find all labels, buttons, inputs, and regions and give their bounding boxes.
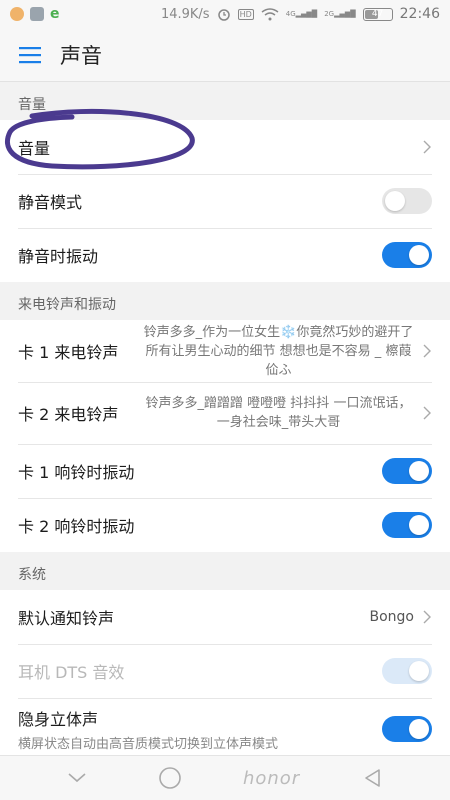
notify-ringtone-label: 默认通知铃声 <box>18 609 115 628</box>
battery-level: 47 <box>371 9 384 19</box>
status-bar: e 14.9K/s HD 4G▂▄▆█ 2G▂▄▆█ 47 22:46 <box>0 0 450 28</box>
menu-button[interactable] <box>0 28 60 82</box>
hd-icon: HD <box>237 8 254 20</box>
browser-notification-icon: e <box>50 6 60 22</box>
section-header-volume: 音量 <box>0 82 450 120</box>
card1-vibrate-toggle[interactable] <box>382 458 432 484</box>
notification-icons: e <box>10 7 64 21</box>
signal-sim2-icon: 2G▂▄▆█ <box>324 10 356 18</box>
silent-vibrate-label: 静音时振动 <box>18 247 99 266</box>
nav-home-button[interactable] <box>150 758 190 798</box>
back-triangle-icon <box>365 769 381 787</box>
volume-label: 音量 <box>18 139 51 158</box>
stereo-toggle[interactable] <box>382 716 432 742</box>
volume-row[interactable]: 音量 <box>0 120 450 174</box>
stereo-label: 隐身立体声 <box>18 710 99 729</box>
card2-vibrate-toggle[interactable] <box>382 512 432 538</box>
card1-vibrate-row[interactable]: 卡 1 响铃时振动 <box>0 444 450 498</box>
signal-sim1-icon: 4G▂▄▆█ <box>285 10 318 18</box>
silent-mode-label: 静音模式 <box>18 193 83 212</box>
silent-vibrate-toggle[interactable] <box>382 242 432 268</box>
stereo-description: 横屏状态自动由高音质模式切换到立体声模式 <box>18 737 279 752</box>
card2-ringtone-row[interactable]: 卡 2 来电铃声 铃声多多_蹭蹭蹭 噔噔噔 抖抖抖 一口流氓话，一身社会味_带头… <box>0 382 450 444</box>
silent-vibrate-row[interactable]: 静音时振动 <box>0 228 450 282</box>
battery-icon: 47 <box>362 7 393 21</box>
section-header-ringtone: 来电铃声和振动 <box>0 282 450 320</box>
wifi-icon <box>261 7 279 20</box>
notify-ringtone-value: Bongo <box>369 609 415 625</box>
chevron-right-icon <box>423 610 431 624</box>
chevron-down-icon <box>68 773 86 783</box>
section-header-system: 系统 <box>0 552 450 590</box>
app-bar: 声音 <box>0 28 450 82</box>
card2-ringtone-value: 铃声多多_蹭蹭蹭 噔噔噔 抖抖抖 一口流氓话，一身社会味_带头大哥 <box>145 396 412 430</box>
card1-ringtone-label: 卡 1 来电铃声 <box>18 343 119 362</box>
silent-mode-row[interactable]: 静音模式 <box>0 174 450 228</box>
silent-mode-toggle[interactable] <box>382 188 432 214</box>
alarm-icon <box>217 9 230 21</box>
dts-row: 耳机 DTS 音效 <box>0 644 450 698</box>
app-notification-icon <box>10 7 24 21</box>
stereo-row[interactable]: 隐身立体声 横屏状态自动由高音质模式切换到立体声模式 <box>0 698 450 755</box>
card2-vibrate-row[interactable]: 卡 2 响铃时振动 <box>0 498 450 552</box>
chevron-right-icon <box>423 140 431 154</box>
dts-label: 耳机 DTS 音效 <box>18 663 125 682</box>
nav-collapse-button[interactable] <box>57 758 97 798</box>
status-indicators: 14.9K/s HD 4G▂▄▆█ 2G▂▄▆█ 47 22:46 <box>161 6 440 22</box>
card2-ringtone-label: 卡 2 来电铃声 <box>18 405 119 424</box>
hamburger-icon <box>19 46 41 63</box>
navigation-bar: honor <box>0 755 450 800</box>
network-speed: 14.9K/s <box>160 6 210 22</box>
image-notification-icon <box>30 7 44 21</box>
chevron-right-icon <box>423 406 431 420</box>
notify-ringtone-row[interactable]: 默认通知铃声 Bongo <box>0 590 450 644</box>
home-circle-icon <box>158 767 181 789</box>
dts-toggle <box>382 658 432 684</box>
clock: 22:46 <box>399 6 440 22</box>
card1-ringtone-row[interactable]: 卡 1 来电铃声 铃声多多_作为一位女生❄️你竟然巧妙的避开了所有让男生心动的细… <box>0 320 450 382</box>
brand-logo: honor <box>242 767 301 789</box>
card2-vibrate-label: 卡 2 响铃时振动 <box>18 517 135 536</box>
chevron-right-icon <box>423 344 431 358</box>
card1-ringtone-value: 铃声多多_作为一位女生❄️你竟然巧妙的避开了所有让男生心动的细节 想想也是不容易… <box>143 324 414 378</box>
settings-list[interactable]: 音量 音量 静音模式 静音时振动 来电铃声和振动 卡 1 来电铃声 铃声多多_作… <box>0 82 450 755</box>
nav-back-button[interactable] <box>353 758 393 798</box>
page-title: 声音 <box>60 43 102 68</box>
card1-vibrate-label: 卡 1 响铃时振动 <box>18 463 135 482</box>
